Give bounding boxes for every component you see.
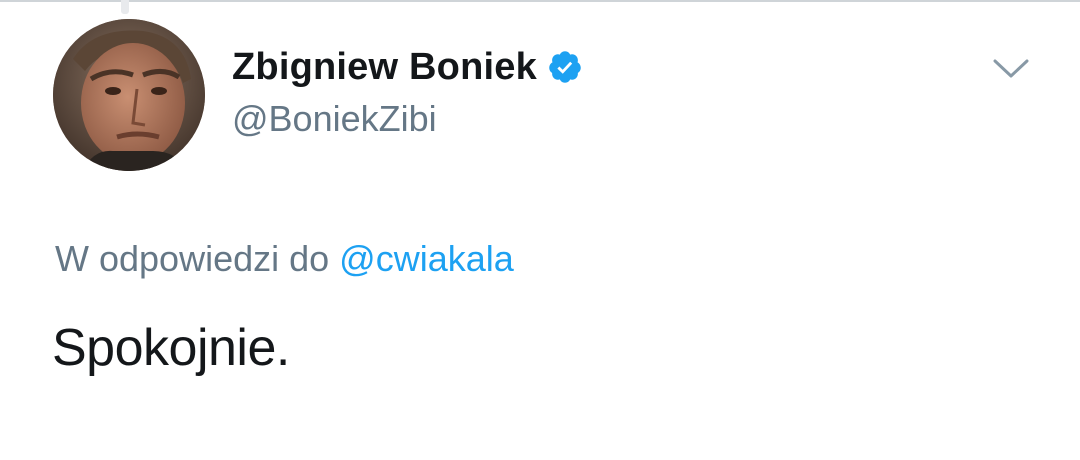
avatar[interactable]	[53, 19, 205, 171]
verified-badge-icon	[547, 49, 583, 85]
author-handle[interactable]: @BoniekZibi	[232, 98, 437, 140]
tweet-text: Spokojnie.	[52, 319, 290, 377]
reply-mention-link[interactable]: @cwiakala	[339, 238, 514, 279]
author-display-name[interactable]: Zbigniew Boniek	[232, 46, 537, 89]
avatar-photo	[53, 19, 205, 171]
tweet-header: Zbigniew Boniek @BoniekZibi	[0, 0, 1080, 190]
chevron-down-icon[interactable]	[992, 56, 1030, 82]
reply-context: W odpowiedzi do @cwiakala	[55, 238, 514, 280]
author-name-row: Zbigniew Boniek	[232, 44, 583, 90]
reply-context-prefix: W odpowiedzi do	[55, 238, 330, 279]
